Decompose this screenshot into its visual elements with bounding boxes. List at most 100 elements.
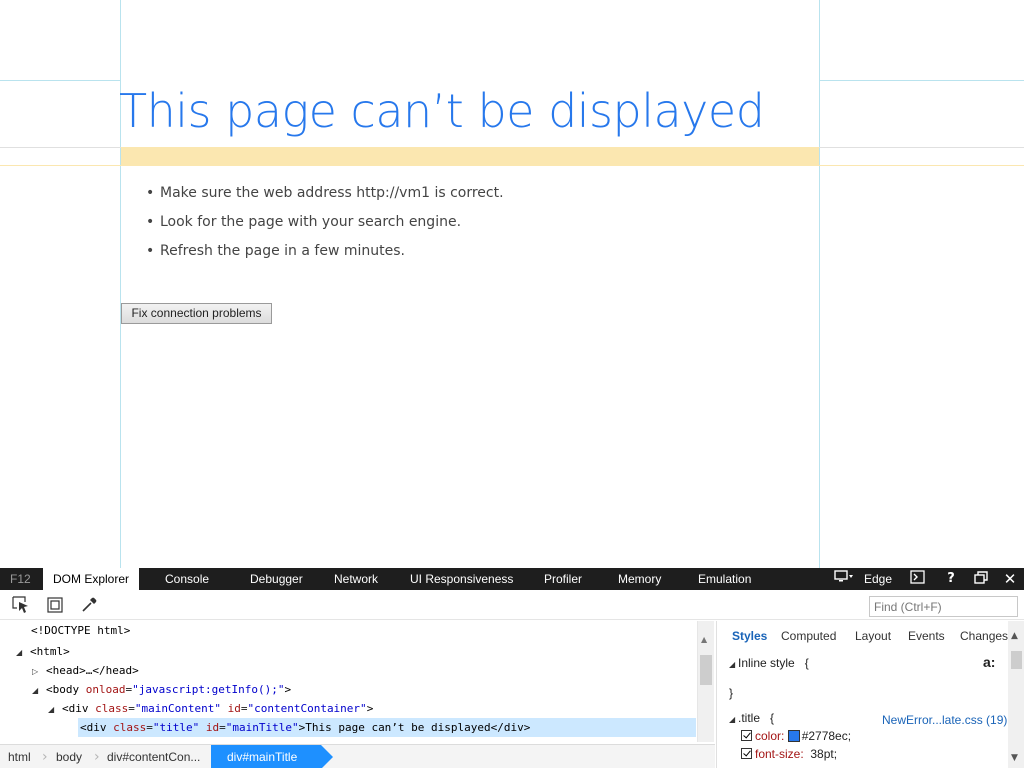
error-page: This page can’t be displayed • Make sure …	[0, 0, 1024, 568]
list-item: • Refresh the page in a few minutes.	[146, 241, 504, 270]
head-tag-text: <head>…</head>	[46, 664, 139, 677]
brace: }	[729, 686, 734, 700]
scrollbar-thumb[interactable]	[1011, 651, 1022, 669]
dom-node-doctype[interactable]: <!DOCTYPE html>	[0, 621, 130, 640]
html-tag-text: <html>	[30, 645, 70, 658]
tab-events[interactable]: Events	[908, 626, 945, 646]
layout-guide	[819, 147, 1024, 148]
collapse-triangle-icon[interactable]: ◢	[729, 656, 738, 674]
tab-dom-explorer[interactable]: DOM Explorer	[43, 568, 140, 590]
bullet: •	[146, 214, 155, 230]
devtools-tab-bar: F12 DOM Explorer Console Debugger Networ…	[0, 568, 1024, 590]
dom-node-main-title-selected[interactable]: <div class="title" id="mainTitle">This p…	[78, 718, 696, 737]
stylesheet-source-link[interactable]: NewError...late.css (19)	[882, 713, 1007, 727]
styles-tab-bar: Styles Computed Layout Events Changes	[717, 626, 1024, 646]
find-input[interactable]	[869, 596, 1018, 617]
font-toggle-button[interactable]: a:	[983, 653, 995, 671]
dom-tree: <!DOCTYPE html> ◢ <html> ▷ <head>…</head> …	[0, 621, 715, 742]
fix-connection-button[interactable]: Fix connection problems	[121, 303, 272, 324]
collapse-triangle-icon[interactable]: ◢	[32, 681, 46, 700]
dom-scrollbar[interactable]: ▲	[697, 621, 714, 742]
tip-text: Make sure the web address http://vm1 is …	[160, 185, 504, 201]
attribute-name: class	[95, 702, 129, 715]
doctype-text: <!DOCTYPE html>	[31, 624, 131, 637]
attribute-name: id	[205, 721, 220, 734]
tip-text: Refresh the page in a few minutes.	[160, 243, 405, 259]
layout-guide	[819, 0, 820, 568]
css-property-color[interactable]: color: #2778ec;	[741, 727, 851, 745]
dom-node-html[interactable]: ◢ <html>	[0, 642, 70, 661]
tab-layout[interactable]: Layout	[855, 626, 891, 646]
breadcrumb: html › body › div#contentCon... div#main…	[0, 744, 715, 768]
tip-text: Look for the page with your search engin…	[160, 214, 462, 230]
brace: {	[770, 711, 775, 725]
attribute-name: onload	[85, 683, 126, 696]
color-swatch[interactable]	[787, 730, 800, 742]
tab-emulation[interactable]: Emulation	[698, 568, 751, 590]
page-title: This page can’t be displayed	[119, 84, 765, 138]
tab-ui-responsiveness[interactable]: UI Responsiveness	[410, 568, 513, 590]
styles-scrollbar[interactable]: ▲ ▼	[1008, 621, 1024, 768]
select-element-icon[interactable]	[12, 596, 30, 614]
tab-changes[interactable]: Changes	[960, 626, 1008, 646]
property-value: #2778ec;	[801, 729, 852, 743]
tab-styles[interactable]: Styles	[732, 626, 767, 646]
tab-network[interactable]: Network	[334, 568, 378, 590]
inline-style-label: Inline style	[738, 656, 795, 670]
property-name: color:	[755, 729, 785, 743]
dom-explorer-toolbar	[0, 590, 1024, 620]
help-icon[interactable]: ?	[942, 568, 960, 590]
breadcrumb-html[interactable]: html	[8, 745, 31, 768]
highlight-element-icon[interactable]	[46, 596, 64, 614]
attribute-name: class	[113, 721, 147, 734]
property-checkbox[interactable]	[741, 748, 752, 759]
console-toggle-icon[interactable]	[906, 568, 928, 590]
breadcrumb-main-title[interactable]: div#mainTitle	[211, 745, 334, 768]
expand-triangle-icon[interactable]: ▷	[32, 662, 46, 681]
scroll-up-icon[interactable]: ▲	[1011, 631, 1018, 641]
dom-node-head[interactable]: ▷ <head>…</head>	[0, 661, 139, 680]
inline-style-rule[interactable]: ◢ Inline style {	[729, 654, 809, 672]
attribute-value: "mainContent"	[134, 702, 221, 715]
collapse-triangle-icon[interactable]: ◢	[48, 700, 62, 719]
selector-text: .title	[738, 711, 761, 725]
attribute-value: "title"	[152, 721, 200, 734]
tab-profiler[interactable]: Profiler	[544, 568, 582, 590]
layout-guide	[819, 80, 1024, 81]
scroll-up-icon[interactable]: ▲	[701, 635, 707, 644]
color-picker-icon[interactable]	[80, 596, 98, 614]
element-highlight-overlay	[121, 147, 819, 166]
breadcrumb-content-container[interactable]: div#contentCon...	[107, 745, 200, 768]
layout-guide	[0, 147, 121, 148]
developer-tools-panel: F12 DOM Explorer Console Debugger Networ…	[0, 568, 1024, 768]
brace: {	[804, 656, 809, 670]
title-rule-selector[interactable]: ◢ .title {	[729, 709, 774, 727]
tab-memory[interactable]: Memory	[618, 568, 661, 590]
node-text: >This page can’t be displayed</div>	[298, 721, 531, 734]
property-checkbox[interactable]	[741, 730, 752, 741]
breadcrumb-body[interactable]: body	[56, 745, 82, 768]
list-item: • Make sure the web address http://vm1 is…	[146, 183, 504, 212]
close-icon[interactable]: ✕	[1000, 568, 1020, 590]
undock-icon[interactable]	[970, 568, 992, 590]
tag-close: >	[284, 683, 292, 696]
breadcrumb-separator: ›	[94, 749, 100, 765]
tag-name: <div	[62, 702, 89, 715]
collapse-triangle-icon[interactable]: ◢	[16, 643, 30, 662]
tab-debugger[interactable]: Debugger	[250, 568, 303, 590]
scrollbar-thumb[interactable]	[700, 655, 712, 685]
dom-node-body[interactable]: ◢ <body onload="javascript:getInfo();">	[0, 680, 291, 699]
tab-console[interactable]: Console	[165, 568, 209, 590]
css-property-font-size[interactable]: font-size: 38pt;	[741, 745, 837, 763]
document-mode-label[interactable]: Edge	[864, 568, 892, 590]
device-mode-icon[interactable]	[832, 568, 856, 590]
collapse-triangle-icon[interactable]: ◢	[729, 711, 738, 729]
dom-node-main-content[interactable]: ◢ <div class="mainContent" id="contentCon…	[0, 699, 373, 718]
scroll-down-icon[interactable]: ▼	[1011, 753, 1018, 763]
bullet: •	[146, 185, 155, 201]
tab-computed[interactable]: Computed	[781, 626, 836, 646]
layout-guide	[0, 80, 121, 81]
attribute-value: "javascript:getInfo();"	[132, 683, 285, 696]
tag-name: <body	[46, 683, 80, 696]
attribute-name: id	[227, 702, 241, 715]
